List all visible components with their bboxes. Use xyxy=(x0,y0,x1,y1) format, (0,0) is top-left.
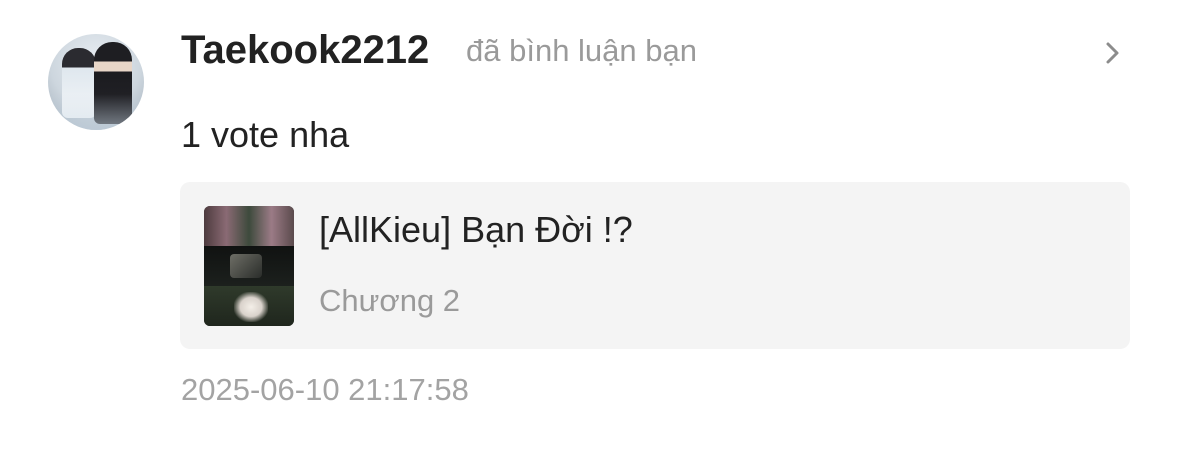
comment-text: 1 vote nha xyxy=(181,114,350,155)
cover-band-top xyxy=(204,206,294,246)
username[interactable]: Taekook2212 xyxy=(181,26,429,74)
story-chapter: Chương 2 xyxy=(319,283,461,318)
cover-flower xyxy=(234,292,268,322)
story-card[interactable]: [AllKieu] Bạn Đời !? Chương 2 xyxy=(180,182,1130,349)
comment-notification[interactable]: Taekook2212 đã bình luận bạn 1 vote nha … xyxy=(0,0,1179,452)
cover-band-bottom xyxy=(204,286,294,326)
cover-band-middle xyxy=(204,246,294,286)
chevron-right-icon[interactable] xyxy=(1100,38,1126,68)
notification-timestamp: 2025-06-10 21:17:58 xyxy=(181,372,469,407)
avatar-shine xyxy=(48,94,144,130)
notification-action-text: đã bình luận bạn xyxy=(466,33,697,68)
story-cover-image xyxy=(204,206,294,326)
cover-light xyxy=(230,254,262,278)
story-title: [AllKieu] Bạn Đời !? xyxy=(319,209,633,250)
user-avatar[interactable] xyxy=(48,34,144,130)
